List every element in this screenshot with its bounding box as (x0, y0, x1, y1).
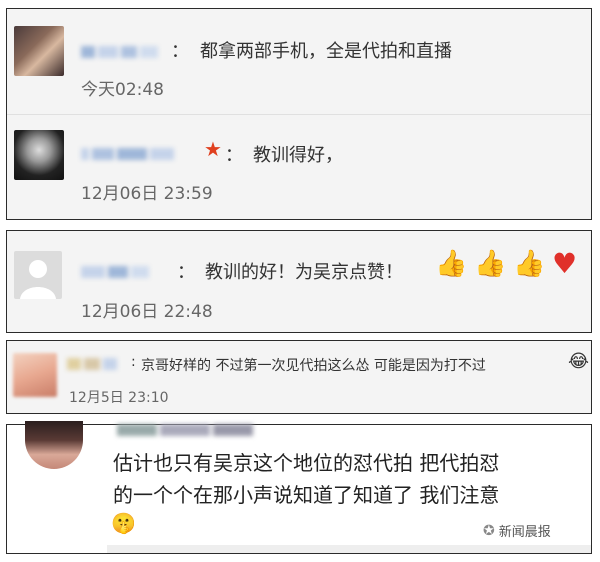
colon: : (131, 354, 136, 370)
comment-card-5: 估计也只有吴京这个地位的怼代拍 把代拍怼 的一个个在那小声说知道了知道了 我们注… (6, 421, 592, 554)
default-avatar-icon[interactable] (14, 251, 62, 299)
avatar-user-2[interactable] (14, 130, 64, 180)
avatar-user-5[interactable] (25, 421, 83, 469)
comment-text: 教训得好， (253, 145, 343, 166)
heart-icon: ♥ (552, 247, 578, 280)
comment-card-3: : 京哥好样的 不过第一次见代拍这么怂 可能是因为打不过 😂 12月5日 23:… (6, 340, 592, 414)
avatar-user-4[interactable] (13, 353, 57, 397)
watermark-text: 新闻晨报 (498, 525, 551, 540)
username-blurred[interactable] (117, 419, 277, 436)
comment-time: 12月06日 23:59 (81, 184, 213, 204)
comment-text: 都拿两部手机，全是代拍和直播 (200, 41, 452, 62)
comment-time: 12月06日 22:48 (81, 302, 213, 322)
bottom-strip (107, 545, 591, 553)
wechat-icon: ✪ (483, 522, 495, 539)
colon: ： (177, 262, 195, 283)
laughing-emoji: 😂 (568, 351, 590, 372)
divider (7, 114, 591, 115)
colon: ： (171, 41, 189, 62)
thumbs-up-icon: 👍 (513, 249, 546, 279)
comment-text: 教训的好！为吴京点赞！ (205, 262, 403, 283)
comment-time: 今天02:48 (81, 80, 164, 100)
comment-text-line-2: 的一个个在那小声说知道了知道了 我们注意 (113, 483, 500, 507)
colon: ： (225, 145, 243, 166)
thumbs-up-icon: 👍 (474, 249, 507, 279)
username-blurred[interactable] (81, 261, 171, 278)
thumbs-up-icon: 👍 (435, 249, 468, 279)
shushing-emoji: 🤫 (111, 511, 136, 535)
star-icon: ★ (204, 137, 222, 161)
comment-card-2: ： 教训的好！为吴京点赞！ 👍 👍 👍 ♥ 12月06日 22:48 (6, 230, 592, 333)
username-blurred[interactable] (81, 143, 201, 160)
comment-time: 12月5日 23:10 (69, 390, 169, 406)
comment-text: 京哥好样的 不过第一次见代拍这么怂 可能是因为打不过 (141, 358, 486, 374)
username-blurred[interactable] (67, 353, 131, 370)
watermark: ✪ 新闻晨报 (483, 521, 551, 541)
comment-text-line-1: 估计也只有吴京这个地位的怼代拍 把代拍怼 (113, 451, 500, 475)
avatar-user-1[interactable] (14, 26, 64, 76)
username-blurred[interactable] (81, 41, 167, 58)
comment-card-1: ： 都拿两部手机，全是代拍和直播 今天02:48 ★ ： 教训得好， 12月06… (6, 8, 592, 220)
